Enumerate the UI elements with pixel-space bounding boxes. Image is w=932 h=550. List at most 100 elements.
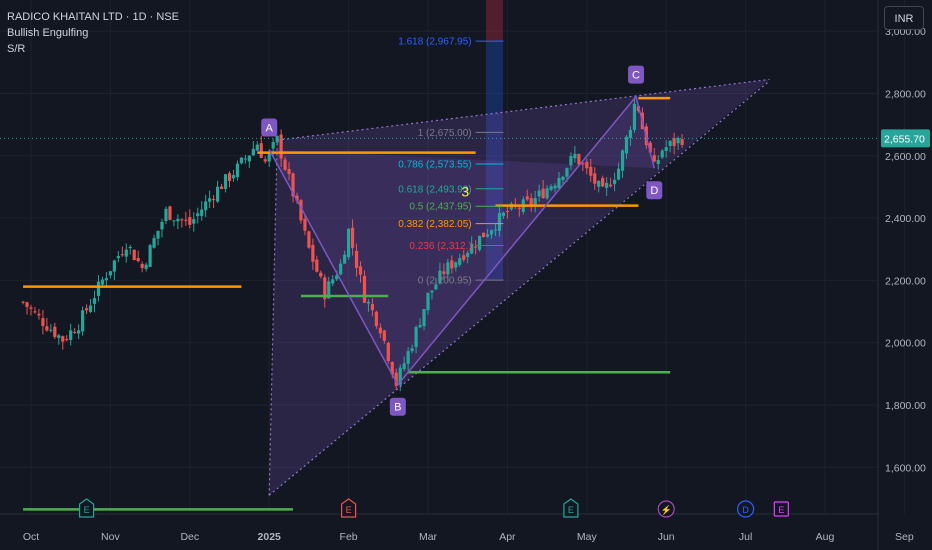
price-tick-label: 2,000.00 xyxy=(885,338,926,350)
candle-body xyxy=(176,218,180,222)
candle-body xyxy=(239,157,244,164)
candle-body xyxy=(418,324,422,328)
candle-body xyxy=(573,153,577,159)
time-tick-label: 2025 xyxy=(258,531,282,543)
candle-body xyxy=(501,212,506,217)
candle-body xyxy=(668,140,672,146)
candle-body xyxy=(620,150,625,171)
event-marker-label: E xyxy=(346,505,352,515)
candle-body xyxy=(386,342,390,361)
fib-level-label[interactable]: 1 (2,675.00) xyxy=(418,128,472,139)
candle-body xyxy=(307,231,311,248)
time-tick-label: Sep xyxy=(895,531,914,543)
candle-body xyxy=(196,213,200,217)
candle-body xyxy=(271,142,275,149)
candle-body xyxy=(251,148,255,156)
time-tick-label: Mar xyxy=(419,531,438,543)
candle-body xyxy=(311,245,315,262)
candle-body xyxy=(243,158,247,160)
candle-body xyxy=(605,182,609,188)
candle-body xyxy=(656,160,660,164)
candle-body xyxy=(25,302,29,307)
candle-body xyxy=(339,263,343,275)
candle-body xyxy=(215,186,220,202)
candle-body xyxy=(263,159,267,162)
pattern-point-label: B xyxy=(394,402,401,414)
candle-body xyxy=(120,254,124,256)
candle-body xyxy=(485,234,490,237)
candle-body xyxy=(287,169,291,175)
candle-body xyxy=(652,155,656,162)
candle-body xyxy=(29,307,33,309)
event-marker-label: E xyxy=(84,505,90,515)
candle-body xyxy=(192,219,196,224)
candle-body xyxy=(231,175,236,179)
candle-body xyxy=(33,311,37,313)
candle-body xyxy=(21,301,25,303)
pattern-point-label: C xyxy=(632,70,640,82)
time-tick-label: May xyxy=(577,531,598,543)
candle-body xyxy=(593,173,597,184)
candle-body xyxy=(442,271,446,274)
candle-body xyxy=(140,263,144,268)
candle-body xyxy=(283,159,287,170)
candle-body xyxy=(319,272,323,277)
candle-body xyxy=(100,279,105,285)
candle-body xyxy=(493,229,498,231)
candle-body xyxy=(374,311,378,327)
candle-body xyxy=(616,168,621,180)
event-marker-label: D xyxy=(742,505,749,515)
candle-body xyxy=(541,188,545,198)
fib-level-label[interactable]: 0.382 (2,382.05) xyxy=(398,219,471,230)
candle-body xyxy=(212,199,216,201)
indicator-sr[interactable]: S/R xyxy=(7,41,179,57)
candle-body xyxy=(680,139,684,145)
candle-body xyxy=(116,256,120,259)
candle-body xyxy=(204,201,208,211)
currency-button[interactable]: INR xyxy=(884,6,924,30)
fib-level-label[interactable]: 0 (2,200.95) xyxy=(418,276,472,287)
candle-body xyxy=(148,245,152,267)
candle-body xyxy=(549,186,553,190)
candle-body xyxy=(259,143,263,158)
candle-body xyxy=(474,246,478,248)
candle-body xyxy=(628,129,633,138)
fib-marker: 3 xyxy=(461,183,469,199)
candle-body xyxy=(88,305,93,312)
candle-body xyxy=(57,335,61,338)
time-tick-label: Oct xyxy=(23,531,39,543)
candle-body xyxy=(362,275,367,303)
candle-body xyxy=(73,332,77,334)
candle-body xyxy=(45,326,49,331)
candle-body xyxy=(426,292,430,311)
candle-body xyxy=(366,301,371,304)
candle-body xyxy=(378,327,382,334)
candle-body xyxy=(331,279,335,284)
time-tick-label: Feb xyxy=(340,531,358,543)
price-chart[interactable]: 1.618 (2,967.95) 1 (2,675.00) 0.786 (2,573… xyxy=(0,0,932,550)
indicator-bullish-engulfing[interactable]: Bullish Engulfing xyxy=(7,25,179,41)
candle-body xyxy=(466,252,470,258)
price-tick-label: 1,600.00 xyxy=(885,462,926,474)
symbol-title[interactable]: RADICO KHAITAN LTD · 1D · NSE xyxy=(7,9,179,25)
candle-body xyxy=(343,254,347,264)
candle-body xyxy=(545,188,549,199)
fib-level-label[interactable]: 0.786 (2,573.55) xyxy=(398,159,471,170)
candle-body xyxy=(525,196,529,200)
candle-body xyxy=(497,213,502,231)
candle-body xyxy=(108,271,112,276)
candle-body xyxy=(156,230,160,239)
candle-body xyxy=(168,206,172,220)
event-marker-label: ⚡ xyxy=(661,504,672,516)
candle-body xyxy=(585,161,589,169)
fib-level-label[interactable]: 0.5 (2,437.95) xyxy=(409,202,471,213)
candle-body xyxy=(132,249,136,261)
candle-body xyxy=(517,207,521,209)
candle-body xyxy=(481,232,486,238)
fib-level-label[interactable]: 1.618 (2,967.95) xyxy=(398,37,471,48)
fib-level-label[interactable]: 0.236 (2,312.) xyxy=(409,241,471,252)
price-tick-label: 1,800.00 xyxy=(885,400,926,412)
fib-band-upper xyxy=(485,0,503,42)
candle-body xyxy=(275,135,279,143)
candle-body xyxy=(188,217,192,225)
